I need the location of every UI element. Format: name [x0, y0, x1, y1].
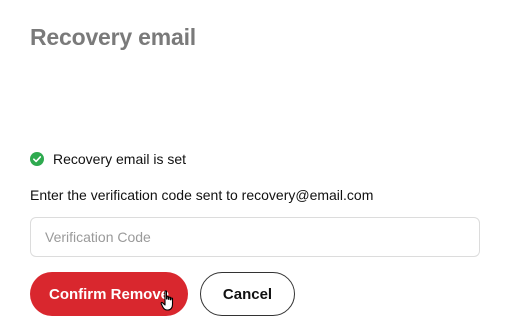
- recovery-status: Recovery email is set: [30, 150, 186, 168]
- hand-pointer-icon: [160, 290, 178, 312]
- check-circle-icon: [30, 152, 44, 166]
- status-text: Recovery email is set: [53, 151, 187, 167]
- cancel-button[interactable]: Cancel: [200, 272, 295, 316]
- verification-instruction: Enter the verification code sent to reco…: [30, 187, 374, 203]
- page-title: Recovery email: [30, 24, 196, 50]
- verification-code-input[interactable]: [30, 217, 480, 257]
